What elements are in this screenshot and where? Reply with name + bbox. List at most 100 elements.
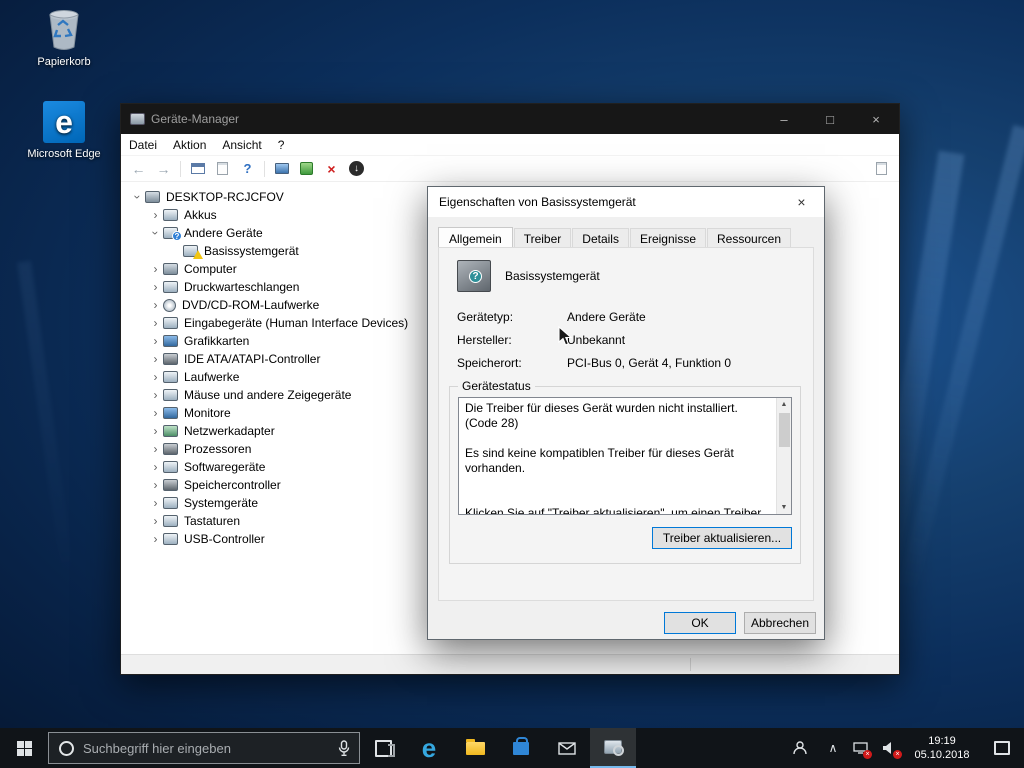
menu-hilfe[interactable]: ? bbox=[270, 138, 293, 152]
display-adapter-icon bbox=[163, 335, 178, 347]
chevron-collapsed-icon[interactable]: › bbox=[149, 460, 162, 474]
chevron-collapsed-icon[interactable]: › bbox=[149, 442, 162, 456]
minimize-icon: – bbox=[780, 111, 788, 127]
network-adapter-icon bbox=[163, 425, 178, 437]
desktop-icon-edge[interactable]: e Microsoft Edge bbox=[25, 100, 103, 160]
taskbar: e ∧ × × 19:19 bbox=[0, 728, 1024, 768]
network-status-button[interactable]: × bbox=[846, 728, 874, 768]
people-button[interactable] bbox=[780, 728, 820, 768]
chevron-collapsed-icon[interactable]: › bbox=[149, 316, 162, 330]
windows-logo-icon bbox=[16, 740, 32, 756]
disk-drive-icon bbox=[163, 371, 178, 383]
scroll-up-icon[interactable]: ▲ bbox=[781, 398, 788, 411]
device-status-group: Gerätestatus Die Treiber für dieses Gerä… bbox=[449, 379, 801, 564]
scroll-down-icon[interactable]: ▼ bbox=[781, 501, 788, 514]
keyboard-icon bbox=[163, 515, 178, 527]
printer-icon bbox=[163, 281, 178, 293]
window-titlebar[interactable]: Geräte-Manager – □ × bbox=[121, 104, 899, 134]
chevron-collapsed-icon[interactable]: › bbox=[149, 352, 162, 366]
forward-button[interactable]: → bbox=[151, 158, 176, 180]
desktop-icon-recycle-bin[interactable]: Papierkorb bbox=[25, 8, 103, 68]
show-hidden-icons-button[interactable]: ∧ bbox=[820, 728, 846, 768]
chevron-collapsed-icon[interactable]: › bbox=[149, 388, 162, 402]
search-input[interactable] bbox=[83, 740, 329, 756]
store-button[interactable] bbox=[498, 728, 544, 768]
chevron-collapsed-icon[interactable]: › bbox=[149, 370, 162, 384]
mute-badge-icon: × bbox=[893, 750, 902, 759]
scan-hardware-button[interactable] bbox=[269, 158, 294, 180]
disable-device-icon: ↓ bbox=[349, 161, 364, 176]
legacy-hardware-button[interactable] bbox=[869, 158, 894, 180]
close-icon: × bbox=[797, 194, 806, 210]
chevron-expanded-icon[interactable]: › bbox=[149, 227, 163, 240]
help-button[interactable]: ? bbox=[235, 158, 260, 180]
volume-button[interactable]: × bbox=[874, 728, 904, 768]
mail-icon bbox=[558, 741, 576, 755]
toolbar-separator bbox=[264, 160, 265, 177]
properties-icon bbox=[217, 162, 228, 175]
chevron-collapsed-icon[interactable]: › bbox=[149, 406, 162, 420]
chevron-collapsed-icon[interactable]: › bbox=[149, 514, 162, 528]
store-icon bbox=[513, 736, 529, 755]
desktop-icon-label: Microsoft Edge bbox=[27, 148, 101, 160]
uninstall-icon: × bbox=[327, 160, 336, 177]
chevron-collapsed-icon[interactable]: › bbox=[149, 424, 162, 438]
chevron-collapsed-icon[interactable]: › bbox=[149, 262, 162, 276]
close-button[interactable]: × bbox=[853, 104, 899, 134]
microphone-icon[interactable] bbox=[338, 739, 350, 757]
wallpaper-beam bbox=[17, 260, 77, 590]
taskbar-clock[interactable]: 19:19 05.10.2018 bbox=[904, 734, 980, 762]
cancel-button[interactable]: Abbrechen bbox=[744, 612, 816, 634]
mouse-icon bbox=[163, 389, 178, 401]
properties-button[interactable] bbox=[210, 158, 235, 180]
chevron-collapsed-icon[interactable]: › bbox=[149, 208, 162, 222]
group-label: Gerätestatus bbox=[458, 379, 535, 393]
uninstall-device-button[interactable]: × bbox=[319, 158, 344, 180]
menu-ansicht[interactable]: Ansicht bbox=[214, 138, 269, 152]
device-status-box[interactable]: Die Treiber für dieses Gerät wurden nich… bbox=[458, 397, 792, 515]
properties-dialog: Eigenschaften von Basissystemgerät × All… bbox=[427, 186, 825, 640]
menu-aktion[interactable]: Aktion bbox=[165, 138, 214, 152]
toolbar-separator bbox=[180, 160, 181, 177]
console-tree-button[interactable] bbox=[185, 158, 210, 180]
mail-button[interactable] bbox=[544, 728, 590, 768]
update-driver-button[interactable]: Treiber aktualisieren... bbox=[652, 527, 792, 549]
dialog-close-button[interactable]: × bbox=[779, 187, 824, 217]
disable-device-button[interactable]: ↓ bbox=[344, 158, 369, 180]
tab-panel-allgemein: ? Basissystemgerät Gerätetyp: Andere Ger… bbox=[438, 247, 814, 601]
action-center-icon bbox=[994, 741, 1010, 755]
recycle-bin-icon bbox=[42, 8, 86, 52]
chevron-collapsed-icon[interactable]: › bbox=[149, 496, 162, 510]
device-manager-icon bbox=[604, 740, 624, 756]
update-driver-toolbar-button[interactable] bbox=[294, 158, 319, 180]
minimize-button[interactable]: – bbox=[761, 104, 807, 134]
cortana-icon bbox=[59, 740, 74, 756]
start-button[interactable] bbox=[0, 728, 48, 768]
action-center-button[interactable] bbox=[980, 728, 1024, 768]
device-manager-taskbar-button[interactable] bbox=[590, 728, 636, 768]
task-view-button[interactable] bbox=[360, 728, 406, 768]
taskbar-edge-button[interactable]: e bbox=[406, 728, 452, 768]
menu-datei[interactable]: Datei bbox=[121, 138, 165, 152]
maximize-button[interactable]: □ bbox=[807, 104, 853, 134]
taskbar-search[interactable] bbox=[48, 732, 360, 764]
chevron-collapsed-icon[interactable]: › bbox=[149, 334, 162, 348]
chevron-collapsed-icon[interactable]: › bbox=[149, 280, 162, 294]
status-bar bbox=[121, 654, 899, 674]
toolbar: ← → ? × ↓ bbox=[121, 156, 899, 182]
scrollbar[interactable]: ▲ ▼ bbox=[776, 398, 791, 514]
back-button[interactable]: ← bbox=[126, 158, 151, 180]
chevron-expanded-icon[interactable]: › bbox=[131, 191, 145, 204]
chevron-collapsed-icon[interactable]: › bbox=[149, 532, 162, 546]
software-device-icon bbox=[163, 461, 178, 473]
task-view-icon bbox=[374, 739, 395, 757]
console-window-icon bbox=[190, 163, 205, 174]
chevron-collapsed-icon[interactable]: › bbox=[149, 298, 162, 312]
scrollbar-thumb[interactable] bbox=[778, 413, 790, 447]
processor-icon bbox=[163, 443, 178, 455]
dialog-titlebar[interactable]: Eigenschaften von Basissystemgerät × bbox=[428, 187, 824, 217]
ok-button[interactable]: OK bbox=[664, 612, 736, 634]
chevron-collapsed-icon[interactable]: › bbox=[149, 478, 162, 492]
desktop-icon-label: Papierkorb bbox=[37, 56, 91, 68]
file-explorer-button[interactable] bbox=[452, 728, 498, 768]
